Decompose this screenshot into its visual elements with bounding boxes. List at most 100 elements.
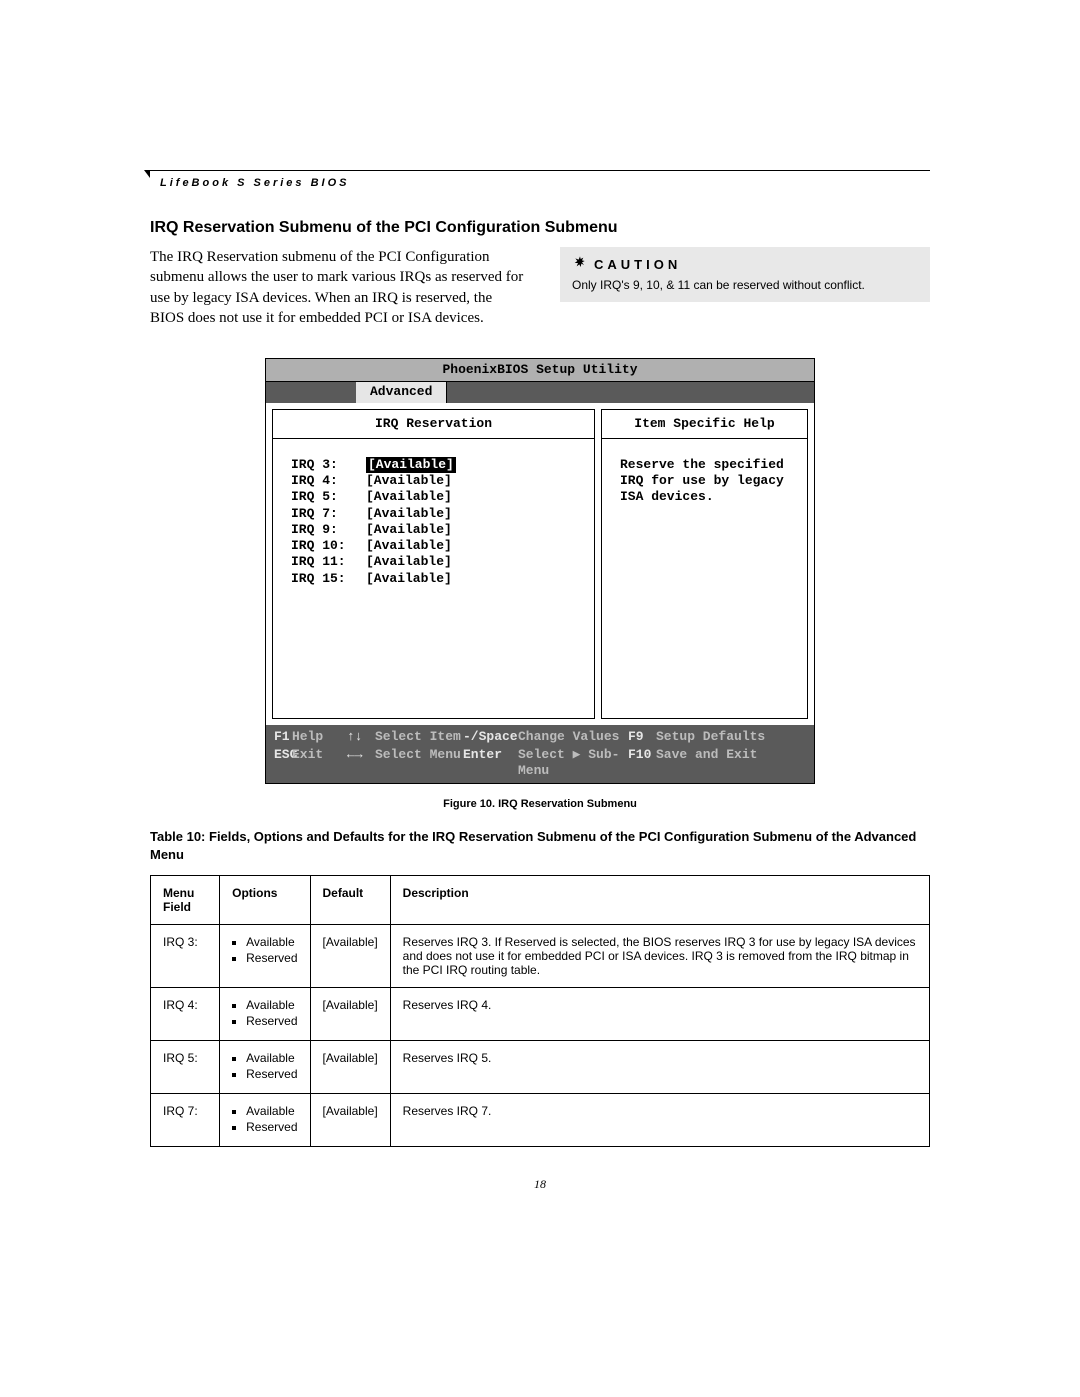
- bios-irq-label: IRQ 3:: [291, 457, 356, 473]
- intro-paragraph: The IRQ Reservation submenu of the PCI C…: [150, 247, 530, 328]
- bios-irq-label: IRQ 4:: [291, 473, 356, 489]
- caution-icon: [572, 255, 588, 274]
- bios-irq-row[interactable]: IRQ 9: [Available]: [291, 522, 576, 538]
- bios-irq-label: IRQ 7:: [291, 506, 356, 522]
- bios-window: PhoenixBIOS Setup Utility Advanced IRQ R…: [265, 358, 815, 784]
- option-item: Reserved: [246, 1014, 297, 1028]
- caution-column: CAUTION Only IRQ's 9, 10, & 11 can be re…: [560, 247, 930, 328]
- option-item: Reserved: [246, 951, 297, 965]
- bios-footer-action: Exit: [292, 747, 347, 780]
- cell-options: Available Reserved: [220, 988, 310, 1041]
- th-options: Options: [220, 876, 310, 925]
- bios-footer-key: F1: [274, 729, 292, 745]
- bios-footer-action: Help: [292, 729, 347, 745]
- bios-irq-label: IRQ 10:: [291, 538, 356, 554]
- cell-default: [Available]: [310, 1094, 390, 1147]
- option-item: Available: [246, 1104, 297, 1118]
- bios-footer-action: Save and Exit: [656, 747, 806, 780]
- table-row: IRQ 5: Available Reserved [Available]Reserv…: [151, 1041, 930, 1094]
- th-menu-field: Menu Field: [151, 876, 220, 925]
- caution-label: CAUTION: [594, 257, 681, 272]
- bios-footer-action: Select Menu: [375, 747, 463, 780]
- bios-footer-key: Enter: [463, 747, 518, 780]
- option-item: Reserved: [246, 1067, 297, 1081]
- caution-heading: CAUTION: [572, 255, 918, 274]
- cell-options: Available Reserved: [220, 1094, 310, 1147]
- bios-title: PhoenixBIOS Setup Utility: [266, 359, 814, 382]
- bios-footer-key: ESC: [274, 747, 292, 780]
- bios-footer: F1Help↑↓Select Item-/SpaceChange ValuesF…: [266, 725, 814, 784]
- cell-default: [Available]: [310, 988, 390, 1041]
- bios-irq-value[interactable]: [Available]: [366, 522, 452, 538]
- cell-default: [Available]: [310, 1041, 390, 1094]
- table-header-row: Menu Field Options Default Description: [151, 876, 930, 925]
- option-item: Available: [246, 998, 297, 1012]
- bios-irq-value[interactable]: [Available]: [366, 506, 452, 522]
- table-body: IRQ 3:AvailableReserved[Available]Reserv…: [151, 925, 930, 1147]
- bios-tab-advanced[interactable]: Advanced: [356, 382, 447, 402]
- bios-help-text: Reserve the specified IRQ for use by leg…: [602, 439, 807, 524]
- bios-footer-key: -/Space: [463, 729, 518, 745]
- bios-irq-value[interactable]: [Available]: [366, 473, 452, 489]
- bios-irq-value[interactable]: [Available]: [366, 554, 452, 570]
- cell-options: Available Reserved: [220, 1041, 310, 1094]
- cell-menu-field: IRQ 4:: [151, 988, 220, 1041]
- bios-footer-action: Change Values: [518, 729, 628, 745]
- cell-options: Available Reserved: [220, 925, 310, 988]
- caution-box: CAUTION Only IRQ's 9, 10, & 11 can be re…: [560, 247, 930, 302]
- bios-footer-action: Select ▶ Sub-Menu: [518, 747, 628, 780]
- bios-irq-row[interactable]: IRQ 4: [Available]: [291, 473, 576, 489]
- option-item: Available: [246, 1051, 297, 1065]
- two-column: The IRQ Reservation submenu of the PCI C…: [150, 247, 930, 328]
- bios-tab-bar: Advanced: [266, 382, 814, 402]
- cell-menu-field: IRQ 5:: [151, 1041, 220, 1094]
- options-table: Menu Field Options Default Description I…: [150, 875, 930, 1147]
- bios-footer-action: Setup Defaults: [656, 729, 806, 745]
- th-default: Default: [310, 876, 390, 925]
- bios-irq-row[interactable]: IRQ 7: [Available]: [291, 506, 576, 522]
- th-description: Description: [390, 876, 929, 925]
- bios-irq-row[interactable]: IRQ 15: [Available]: [291, 571, 576, 587]
- table-row: IRQ 7:Available Reserved[Available] Reserv…: [151, 1094, 930, 1147]
- bios-irq-label: IRQ 11:: [291, 554, 356, 570]
- bios-footer-key: ↑↓: [347, 729, 375, 745]
- cell-description: Reserves IRQ 4.: [390, 988, 929, 1041]
- bios-irq-row[interactable]: IRQ 10: [Available]: [291, 538, 576, 554]
- bios-irq-value[interactable]: [Available]: [366, 489, 452, 505]
- figure-caption: Figure 10. IRQ Reservation Submenu: [150, 798, 930, 810]
- doc-series: LifeBook S Series BIOS: [160, 177, 930, 189]
- header-rule: [150, 170, 930, 171]
- cell-description: Reserves IRQ 3. If Reserved is selected,…: [390, 925, 929, 988]
- bios-left-title: IRQ Reservation: [273, 410, 594, 439]
- table-row: IRQ 4: Available Reserved [Available]Reserv…: [151, 988, 930, 1041]
- cell-menu-field: IRQ 3:: [151, 925, 220, 988]
- bios-irq-label: IRQ 5:: [291, 489, 356, 505]
- page-number: 18: [150, 1177, 930, 1192]
- cell-menu-field: IRQ 7:: [151, 1094, 220, 1147]
- bios-irq-label: IRQ 9:: [291, 522, 356, 538]
- option-item: Available: [246, 935, 297, 949]
- page: LifeBook S Series BIOS IRQ Reservation S…: [0, 0, 1080, 1252]
- bios-irq-value[interactable]: [Available]: [366, 538, 452, 554]
- bios-irq-value[interactable]: [Available]: [366, 457, 456, 473]
- bios-irq-value[interactable]: [Available]: [366, 571, 452, 587]
- bios-footer-key: ←→: [347, 747, 375, 780]
- bios-right-title: Item Specific Help: [602, 410, 807, 439]
- bios-left-pane: IRQ Reservation IRQ 3: [Available] IRQ 4: […: [272, 409, 595, 719]
- bios-irq-row[interactable]: IRQ 3: [Available]: [291, 457, 576, 473]
- bios-irq-label: IRQ 15:: [291, 571, 356, 587]
- bios-footer-action: Select Item: [375, 729, 463, 745]
- table-row: IRQ 3: Available Reserved [Available]Reserv…: [151, 925, 930, 988]
- bios-item-list: IRQ 3:[Available]IRQ 4:[Available]IRQ 5:…: [273, 439, 594, 605]
- table-title: Table 10: Fields, Options and Defaults f…: [150, 828, 930, 863]
- section-title: IRQ Reservation Submenu of the PCI Confi…: [150, 219, 930, 237]
- bios-irq-row[interactable]: IRQ 5: [Available]: [291, 489, 576, 505]
- bios-body: IRQ Reservation IRQ 3: [Available] IRQ 4: […: [266, 403, 814, 725]
- bios-irq-row[interactable]: IRQ 11: [Available]: [291, 554, 576, 570]
- bios-right-pane: Item Specific Help Reserve the specified…: [601, 409, 808, 719]
- cell-description: Reserves IRQ 5.: [390, 1041, 929, 1094]
- cell-default: [Available]: [310, 925, 390, 988]
- bios-footer-key: F9: [628, 729, 656, 745]
- caution-text: Only IRQ's 9, 10, & 11 can be reserved w…: [572, 278, 918, 292]
- option-item: Reserved: [246, 1120, 297, 1134]
